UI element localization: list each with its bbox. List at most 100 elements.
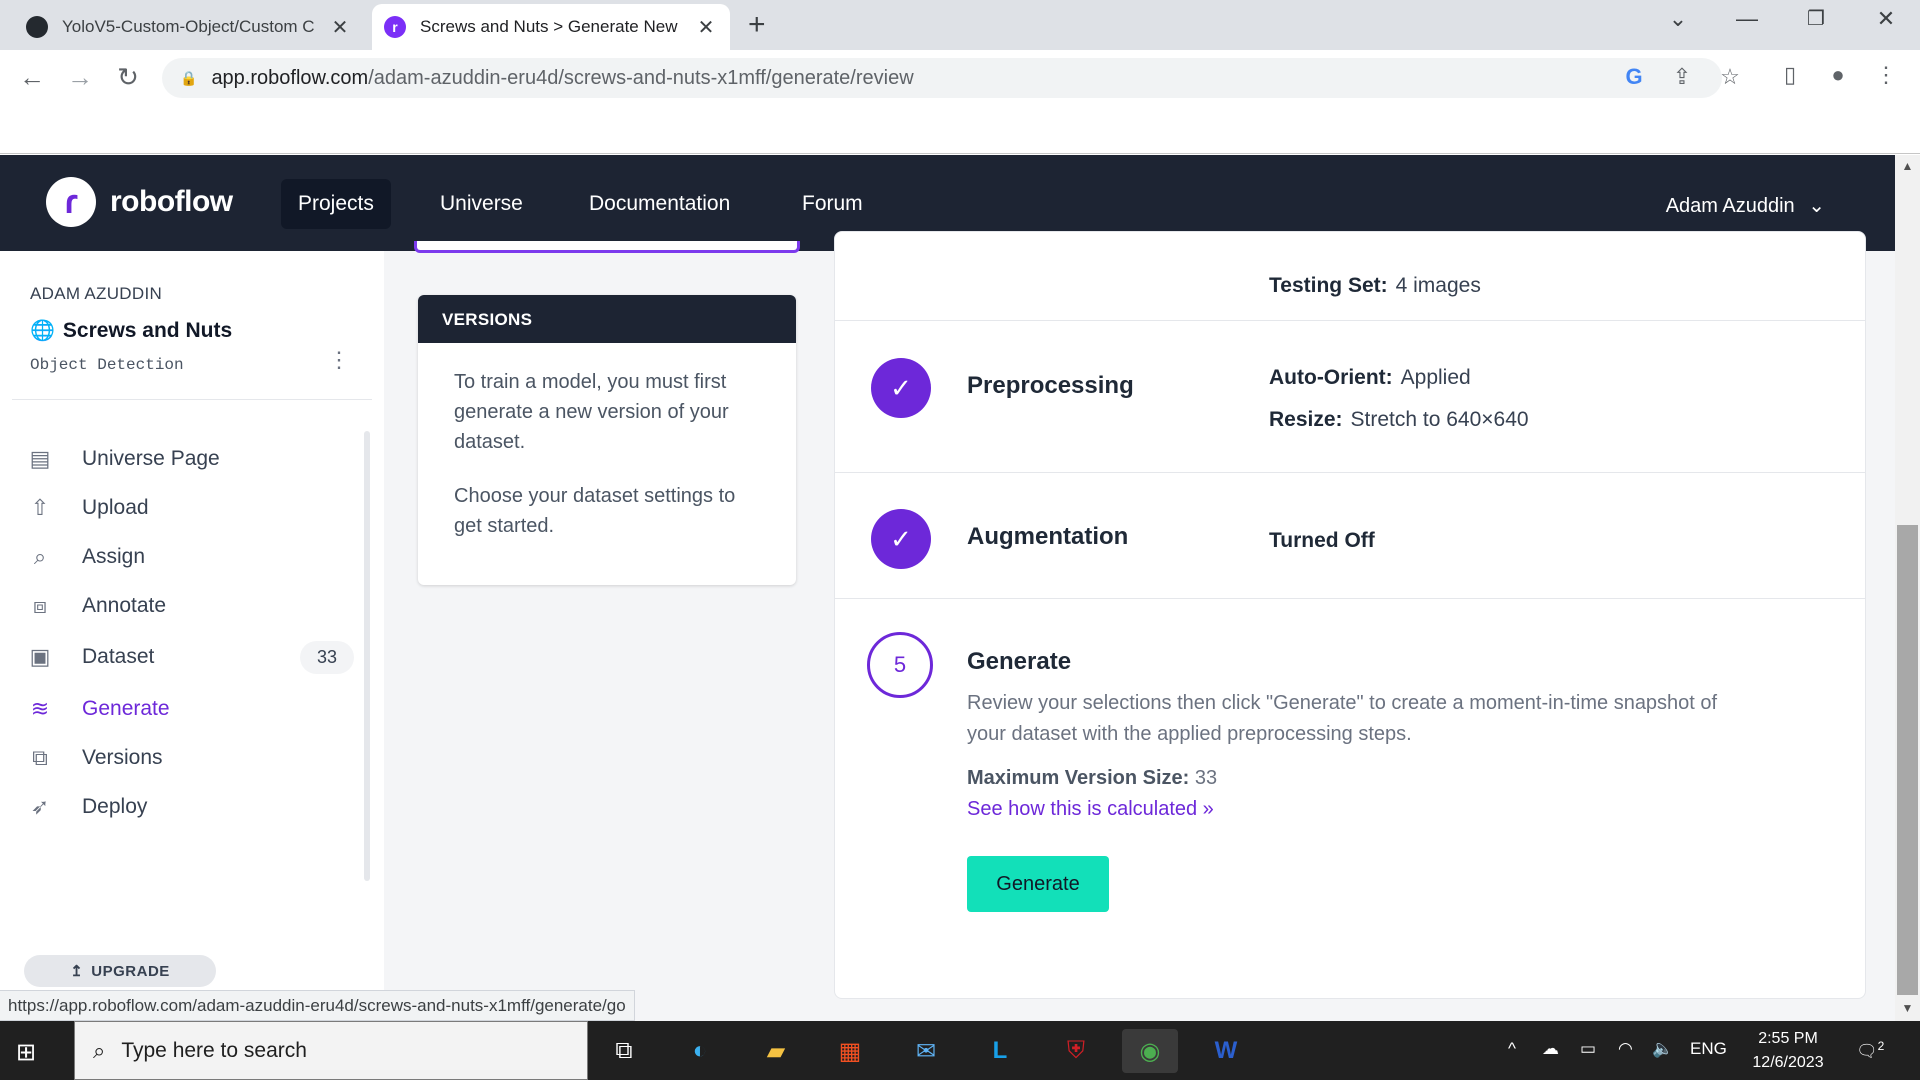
close-icon[interactable]: ✕ <box>328 15 352 40</box>
taskbar-search[interactable]: ⌕ Type here to search <box>74 1021 588 1080</box>
notification-center-icon[interactable]: 🗨2 <box>1856 1039 1884 1062</box>
auto-orient-value: Applied <box>1400 366 1471 389</box>
file-explorer-icon[interactable]: ▰ <box>748 1029 804 1073</box>
share-icon[interactable]: ⇪ <box>1666 64 1698 90</box>
windows-start-icon[interactable]: ⊞ <box>16 1038 36 1067</box>
restore-icon[interactable]: ❐ <box>1796 6 1836 31</box>
url-field[interactable]: 🔒 app.roboflow.com /adam-azuddin-eru4d/s… <box>162 58 1722 98</box>
wifi-icon[interactable]: ◠ <box>1618 1039 1633 1059</box>
roboflow-logo-icon: ɾ <box>46 177 96 227</box>
review-card: Testing Set: 4 images ✓ Preprocessing Aut… <box>834 231 1866 999</box>
back-icon[interactable]: ← <box>14 62 50 93</box>
profile-icon[interactable]: ● <box>1822 62 1854 88</box>
previous-card-edge <box>414 241 800 253</box>
auto-orient: Auto-Orient: Applied <box>1269 366 1471 390</box>
chrome-icon[interactable]: ◉ <box>1122 1029 1178 1073</box>
roboflow-logo[interactable]: ɾ roboflow <box>46 177 233 227</box>
onedrive-icon[interactable]: ☁ <box>1542 1039 1559 1059</box>
bookmark-star-icon[interactable]: ☆ <box>1714 64 1746 90</box>
close-window-icon[interactable]: ✕ <box>1866 6 1906 32</box>
search-icon: ⌕ <box>93 1037 106 1063</box>
folders-icon: ⧉ <box>32 745 48 770</box>
divider <box>835 320 1865 321</box>
lock-icon: 🔒 <box>180 69 198 86</box>
volume-icon[interactable]: 🔈 <box>1652 1039 1673 1059</box>
upgrade-label: UPGRADE <box>91 962 170 980</box>
upgrade-button[interactable]: ↥ UPGRADE <box>24 955 216 987</box>
tab-title: YoloV5-Custom-Object/Custom C <box>62 17 315 36</box>
arrow-up-icon: ↥ <box>70 963 84 980</box>
page-scrollbar[interactable]: ▲ ▼ <box>1895 155 1920 1021</box>
status-url: https://app.roboflow.com/adam-azuddin-er… <box>0 990 635 1021</box>
nav-forum[interactable]: Forum <box>785 179 880 229</box>
microsoft-store-icon[interactable]: ▦ <box>822 1029 878 1073</box>
nav-projects[interactable]: Projects <box>281 179 391 229</box>
sidebar-item-assign[interactable]: ⌕ Assign <box>24 537 354 577</box>
versions-column: VERSIONS To train a model, you must firs… <box>384 241 814 1021</box>
generate-button[interactable]: Generate <box>967 856 1109 912</box>
resize-value: Stretch to 640×640 <box>1350 408 1529 431</box>
roboflow-icon: r <box>384 16 406 38</box>
rocket-icon: ➶ <box>30 794 50 819</box>
side-panel-icon[interactable]: ▯ <box>1774 62 1806 88</box>
forward-icon[interactable]: → <box>62 62 98 93</box>
minimize-icon[interactable]: — <box>1727 6 1767 32</box>
scrollbar-thumb[interactable] <box>1897 525 1918 995</box>
browser-tabstrip: YoloV5-Custom-Object/Custom C ✕ r Screws… <box>0 0 1920 50</box>
url-path: /adam-azuddin-eru4d/screws-and-nuts-x1mf… <box>368 66 914 89</box>
show-hidden-icons[interactable]: ^ <box>1508 1039 1516 1059</box>
mail-icon[interactable]: ✉ <box>898 1029 954 1073</box>
sidebar-item-annotate[interactable]: ⧈ Annotate <box>24 586 354 626</box>
edge-icon[interactable]: ◐ <box>672 1029 728 1073</box>
browser-tab-roboflow[interactable]: r Screws and Nuts > Generate New ✕ <box>372 4 730 50</box>
sidebar-item-universe-page[interactable]: ▤ Universe Page <box>24 439 354 479</box>
project-name-row[interactable]: 🌐 Screws and Nuts <box>30 318 232 343</box>
calculation-help-link[interactable]: See how this is calculated » <box>967 798 1214 821</box>
nav-documentation[interactable]: Documentation <box>572 179 747 229</box>
task-view-icon[interactable]: ⧉ <box>596 1029 652 1073</box>
nav-universe[interactable]: Universe <box>423 179 540 229</box>
sidebar-item-label: Generate <box>82 697 170 720</box>
sidebar-item-label: Dataset <box>82 645 155 668</box>
testing-set-label: Testing Set: <box>1269 274 1388 297</box>
annotate-icon: ⧈ <box>33 593 47 618</box>
max-version-size: Maximum Version Size: 33 <box>967 767 1217 790</box>
battery-icon[interactable]: ▭ <box>1580 1039 1596 1059</box>
mcafee-icon[interactable]: ⛨ <box>1048 1029 1104 1073</box>
reload-icon[interactable]: ↻ <box>110 62 146 93</box>
sidebar-item-label: Upload <box>82 496 149 519</box>
new-tab-button[interactable]: + <box>748 8 766 42</box>
language-indicator[interactable]: ENG <box>1690 1039 1727 1059</box>
images-icon: ▣ <box>29 644 51 669</box>
sidebar-item-versions[interactable]: ⧉ Versions <box>24 738 354 778</box>
project-options-icon[interactable]: ⋮ <box>328 347 350 373</box>
user-menu[interactable]: Adam Azuddin ⌄ <box>1666 193 1825 218</box>
sidebar-item-label: Deploy <box>82 795 148 818</box>
workspace-name: ADAM AZUDDIN <box>30 284 163 303</box>
preprocessing-title: Preprocessing <box>967 372 1134 399</box>
sidebar-item-deploy[interactable]: ➶ Deploy <box>24 787 354 827</box>
browser-tab-github[interactable]: YoloV5-Custom-Object/Custom C ✕ <box>14 4 364 50</box>
sidebar-item-generate[interactable]: ≋ Generate <box>24 689 354 729</box>
l-app-icon[interactable]: L <box>972 1029 1028 1073</box>
word-icon[interactable]: W <box>1198 1029 1254 1073</box>
github-icon <box>26 16 48 38</box>
auto-orient-label: Auto-Orient: <box>1269 366 1393 389</box>
divider <box>835 472 1865 473</box>
globe-icon: 🌐 <box>30 320 55 342</box>
tab-title: Screws and Nuts > Generate New <box>420 17 678 36</box>
google-icon[interactable]: G <box>1618 64 1650 90</box>
sidebar-scrollbar[interactable] <box>364 431 370 881</box>
menu-kebab-icon[interactable]: ⋮ <box>1870 62 1902 88</box>
tab-search-icon[interactable]: ⌄ <box>1658 6 1698 32</box>
close-icon[interactable]: ✕ <box>694 15 718 40</box>
address-bar-row: ← → ↻ 🔒 app.roboflow.com /adam-azuddin-e… <box>0 50 1920 106</box>
sidebar-item-label: Assign <box>82 545 146 568</box>
scroll-up-icon[interactable]: ▲ <box>1895 159 1920 173</box>
sidebar-item-dataset[interactable]: ▣ Dataset 33 <box>24 637 354 677</box>
url-host: app.roboflow.com <box>211 66 369 89</box>
sidebar-item-upload[interactable]: ⇧ Upload <box>24 488 354 528</box>
scroll-down-icon[interactable]: ▼ <box>1895 1001 1920 1015</box>
resize: Resize: Stretch to 640×640 <box>1269 408 1529 432</box>
system-clock[interactable]: 2:55 PM 12/6/2023 <box>1750 1027 1826 1075</box>
